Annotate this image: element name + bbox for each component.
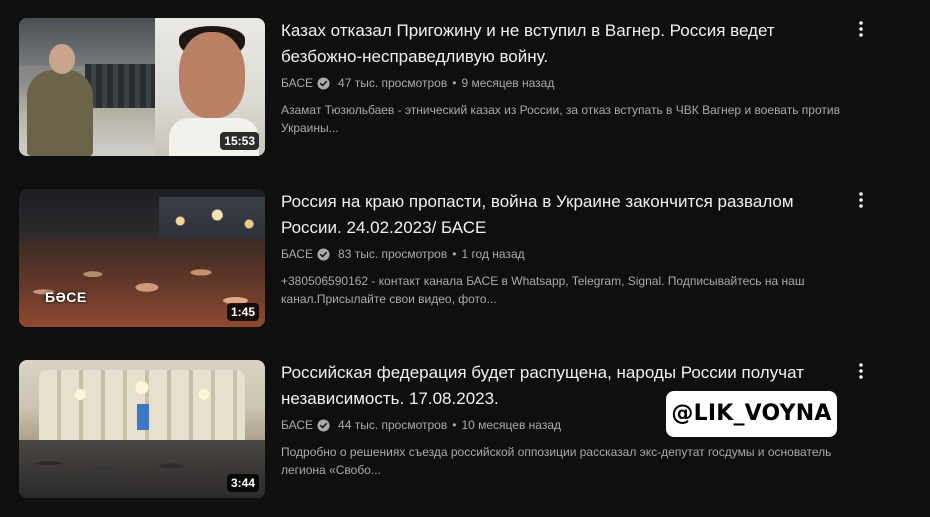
- view-count: 83 тыс. просмотров: [338, 247, 448, 261]
- video-info: Казах отказал Пригожину и не вступил в В…: [281, 16, 851, 137]
- video-meta: БАСЕ 83 тыс. просмотров • 1 год назад: [281, 245, 851, 263]
- thumbnail-banner: [137, 404, 149, 430]
- video-feed: 15:53 Казах отказал Пригожину и не вступ…: [0, 0, 930, 517]
- thumbnail-crowd: [85, 64, 155, 108]
- upload-age: 10 месяцев назад: [461, 418, 562, 432]
- verified-check-icon: [317, 76, 330, 90]
- more-vert-icon[interactable]: [850, 189, 872, 211]
- more-vert-icon[interactable]: [850, 18, 872, 40]
- thumbnail-person: [27, 70, 93, 156]
- view-count: 47 тыс. просмотров: [338, 76, 448, 90]
- view-count: 44 тыс. просмотров: [338, 418, 448, 432]
- video-meta: БАСЕ 47 тыс. просмотров • 9 месяцев наза…: [281, 74, 851, 92]
- channel-name[interactable]: БАСЕ: [281, 245, 313, 263]
- thumbnail-overlay-text: БӘСЕ: [45, 289, 87, 305]
- video-description: Азамат Тюзюльбаев - этнический казах из …: [281, 103, 840, 135]
- duration-badge: 3:44: [226, 474, 259, 492]
- video-thumbnail[interactable]: БӘСЕ 1:45: [19, 189, 265, 327]
- duration-badge: 15:53: [220, 132, 259, 150]
- verified-check-icon: [317, 247, 330, 261]
- meta-separator: •: [452, 418, 457, 432]
- thumbnail-face: [179, 32, 245, 118]
- channel-name[interactable]: БАСЕ: [281, 416, 313, 434]
- video-thumbnail[interactable]: 15:53: [19, 18, 265, 156]
- video-description: Подробно о решениях съезда российской оп…: [281, 445, 832, 477]
- channel-name[interactable]: БАСЕ: [281, 74, 313, 92]
- video-info: Россия на краю пропасти, война в Украине…: [281, 187, 851, 308]
- meta-separator: •: [452, 76, 457, 90]
- upload-age: 9 месяцев назад: [461, 76, 555, 90]
- verified-check-icon: [317, 418, 330, 432]
- duration-badge: 1:45: [226, 303, 259, 321]
- video-item[interactable]: БӘСЕ 1:45 Россия на краю пропасти, война…: [0, 187, 930, 327]
- video-item[interactable]: 15:53 Казах отказал Пригожину и не вступ…: [0, 16, 930, 156]
- video-description: +380506590162 - контакт канала БАСЕ в Wh…: [281, 274, 805, 306]
- watermark-label: @LIK_VOYNA: [666, 391, 837, 437]
- video-title[interactable]: Россия на краю пропасти, война в Украине…: [281, 187, 851, 241]
- upload-age: 1 год назад: [461, 247, 525, 261]
- thumbnail-building: [19, 18, 155, 66]
- thumbnail-person-head: [49, 44, 75, 74]
- meta-separator: •: [452, 247, 457, 261]
- video-title[interactable]: Казах отказал Пригожину и не вступил в В…: [281, 16, 851, 70]
- more-vert-icon[interactable]: [850, 360, 872, 382]
- video-thumbnail[interactable]: 3:44: [19, 360, 265, 498]
